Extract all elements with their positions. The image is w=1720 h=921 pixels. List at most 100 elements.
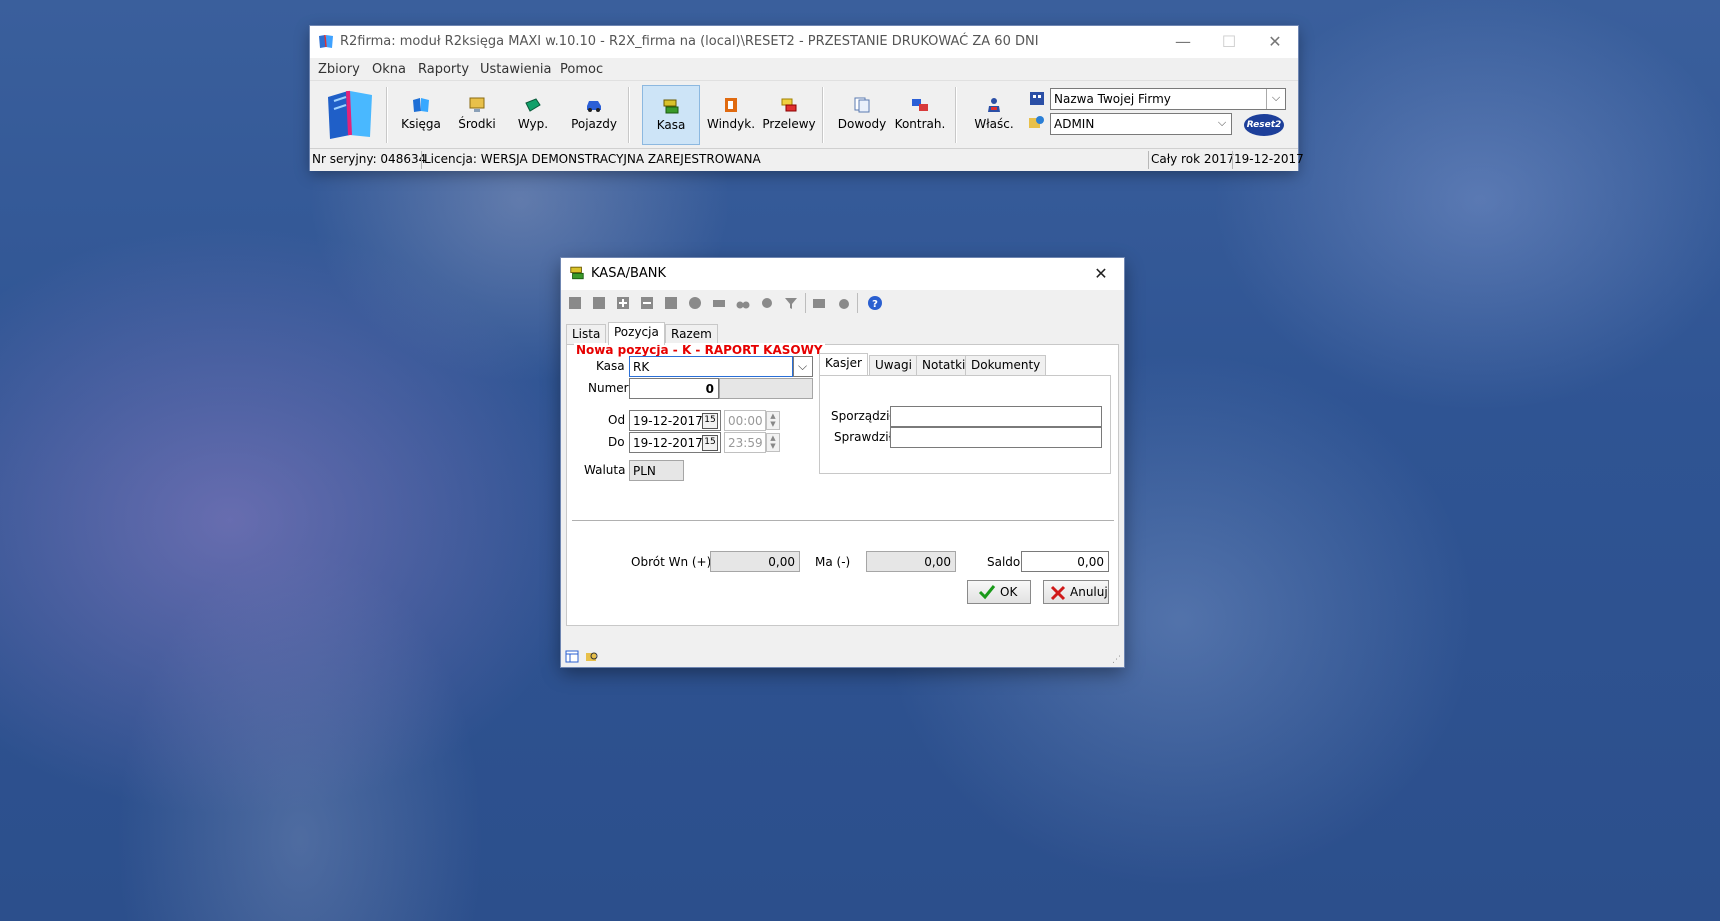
- calendar-icon[interactable]: 15: [702, 435, 718, 451]
- menubar: Zbiory Okna Raporty Ustawienia Pomoc: [310, 58, 1298, 80]
- help-icon[interactable]: ?: [867, 295, 883, 311]
- export-icon[interactable]: [811, 295, 827, 311]
- toolbar-przelewy-label: Przelewy: [762, 117, 816, 131]
- tab-uwagi[interactable]: Uwagi: [869, 355, 918, 375]
- r2firma-logo-icon: [328, 90, 372, 139]
- od-time-input[interactable]: 00:00: [724, 410, 766, 431]
- reset2-logo-text: Reset2: [1246, 120, 1282, 130]
- dialog-title: KASA/BANK: [591, 266, 667, 281]
- user-select-value: ADMIN: [1054, 117, 1095, 131]
- calendar-icon[interactable]: 15: [702, 413, 718, 429]
- toolbar-przelewy-button[interactable]: Przelewy: [762, 85, 816, 143]
- toolbar-pojazdy-button[interactable]: Pojazdy: [566, 85, 622, 143]
- toolbar-dowody-button[interactable]: Dowody: [836, 85, 888, 143]
- sporzadzil-input[interactable]: [890, 406, 1102, 427]
- delete-record-icon[interactable]: [639, 295, 655, 311]
- print-icon[interactable]: [711, 295, 727, 311]
- toolbar-kontrah-button[interactable]: Kontrah.: [894, 85, 946, 143]
- tools-icon[interactable]: [835, 295, 851, 311]
- kasjer-tab-panel: Sporządził Sprawdził: [819, 375, 1111, 474]
- toolbar-separator: [857, 293, 858, 313]
- kasa-dropdown-button[interactable]: ⌵: [793, 356, 813, 377]
- tab-razem[interactable]: Razem: [665, 324, 718, 344]
- table-view-icon[interactable]: [565, 650, 579, 663]
- binoculars-icon[interactable]: [735, 295, 751, 311]
- main-window: R2firma: moduł R2księga MAXI w.10.10 - R…: [310, 26, 1304, 171]
- cancel-button[interactable]: Anuluj: [1043, 580, 1109, 604]
- maximize-button[interactable]: ☐: [1206, 26, 1252, 58]
- svg-text:?: ?: [872, 299, 878, 310]
- company-icon: [1030, 92, 1044, 105]
- add-record-icon[interactable]: [615, 295, 631, 311]
- chevron-down-icon[interactable]: ⌵: [1213, 114, 1231, 134]
- close-button[interactable]: ✕: [1252, 26, 1298, 58]
- status-divider: [421, 151, 422, 169]
- toolbar-separator: [386, 87, 388, 143]
- chevron-down-icon[interactable]: ⌵: [1266, 89, 1285, 109]
- od-date-value: 19-12-2017: [633, 414, 703, 428]
- saldo-label: Saldo: [987, 555, 1021, 569]
- dialog-titlebar[interactable]: KASA/BANK ✕: [561, 258, 1124, 290]
- refresh-icon[interactable]: [687, 295, 703, 311]
- dialog-toolbar: ?: [561, 290, 1124, 316]
- do-date-input[interactable]: 19-12-2017 15: [629, 432, 721, 453]
- tab-lista[interactable]: Lista: [566, 324, 607, 344]
- menu-pomoc[interactable]: Pomoc: [560, 62, 603, 77]
- main-titlebar[interactable]: R2firma: moduł R2księga MAXI w.10.10 - R…: [310, 26, 1298, 58]
- kasa-select-value: RK: [633, 360, 650, 374]
- cash-register-icon: [663, 99, 679, 114]
- od-time-spinner[interactable]: ▲ ▼: [766, 411, 780, 430]
- do-label: Do: [608, 435, 625, 449]
- settings-icon[interactable]: [759, 295, 775, 311]
- menu-zbiory[interactable]: Zbiory: [318, 62, 360, 77]
- filter-icon[interactable]: [783, 295, 799, 311]
- section-heading: Nowa pozycja - K - RAPORT KASOWY: [574, 343, 825, 357]
- kasa-bank-dialog: KASA/BANK ✕ ? Lista Pozycja Razem Nowa p…: [561, 258, 1124, 667]
- kasa-select[interactable]: RK: [629, 356, 793, 377]
- edit-record-icon[interactable]: [663, 295, 679, 311]
- reset2-logo: Reset2: [1244, 114, 1284, 136]
- toolbar-kasa-button[interactable]: Kasa: [642, 85, 700, 145]
- user-select[interactable]: ADMIN ⌵: [1050, 113, 1232, 135]
- resize-grip-icon[interactable]: ⋰: [1112, 655, 1121, 665]
- company-select-value: Nazwa Twojej Firmy: [1054, 92, 1171, 106]
- toolbar-dowody-label: Dowody: [837, 117, 887, 131]
- toolbar-windyk-label: Windyk.: [706, 117, 756, 131]
- toolbar-wyp-button[interactable]: Wyp.: [510, 85, 556, 143]
- documents-icon: [854, 97, 870, 113]
- divider: [572, 520, 1114, 521]
- prev-record-icon[interactable]: [591, 295, 607, 311]
- tab-dokumenty[interactable]: Dokumenty: [965, 355, 1047, 375]
- od-label: Od: [608, 413, 626, 427]
- chevron-down-icon: ⌵: [798, 359, 808, 373]
- od-date-input[interactable]: 19-12-2017 15: [629, 410, 721, 431]
- ok-button[interactable]: OK: [967, 580, 1031, 604]
- toolbar-srodki-label: Środki: [458, 117, 496, 131]
- toolbar-srodki-button[interactable]: Środki: [454, 85, 500, 143]
- tab-kasjer[interactable]: Kasjer: [819, 353, 868, 375]
- pozycja-panel: Nowa pozycja - K - RAPORT KASOWY Kasa RK…: [566, 343, 1119, 626]
- toolbar-wlasc-button[interactable]: Właśc.: [970, 85, 1018, 143]
- toolbar-ksiega-button[interactable]: Księga: [398, 85, 444, 143]
- obrot-field: 0,00: [710, 551, 800, 572]
- toolbar-separator: [955, 87, 957, 143]
- car-icon: [587, 101, 601, 112]
- tab-pozycja[interactable]: Pozycja: [608, 322, 665, 345]
- menu-ustawienia[interactable]: Ustawienia: [480, 62, 551, 77]
- owner-icon: [988, 98, 1000, 112]
- numer-input[interactable]: 0: [629, 378, 719, 399]
- menu-okna[interactable]: Okna: [372, 62, 406, 77]
- search-folder-icon[interactable]: [585, 650, 599, 663]
- first-record-icon[interactable]: [567, 295, 583, 311]
- company-select[interactable]: Nazwa Twojej Firmy ⌵: [1050, 88, 1286, 110]
- tab-notatki[interactable]: Notatki: [916, 355, 972, 375]
- status-license: Licencja: WERSJA DEMONSTRACYJNA ZAREJEST…: [424, 152, 761, 166]
- dialog-close-button[interactable]: ✕: [1078, 258, 1124, 290]
- sprawdzil-input[interactable]: [890, 427, 1102, 448]
- do-time-input[interactable]: 23:59: [724, 432, 766, 453]
- toolbar-separator: [628, 87, 630, 143]
- toolbar-windyk-button[interactable]: Windyk.: [706, 85, 756, 143]
- do-time-spinner[interactable]: ▲ ▼: [766, 433, 780, 452]
- menu-raporty[interactable]: Raporty: [418, 62, 469, 77]
- minimize-button[interactable]: —: [1160, 26, 1206, 58]
